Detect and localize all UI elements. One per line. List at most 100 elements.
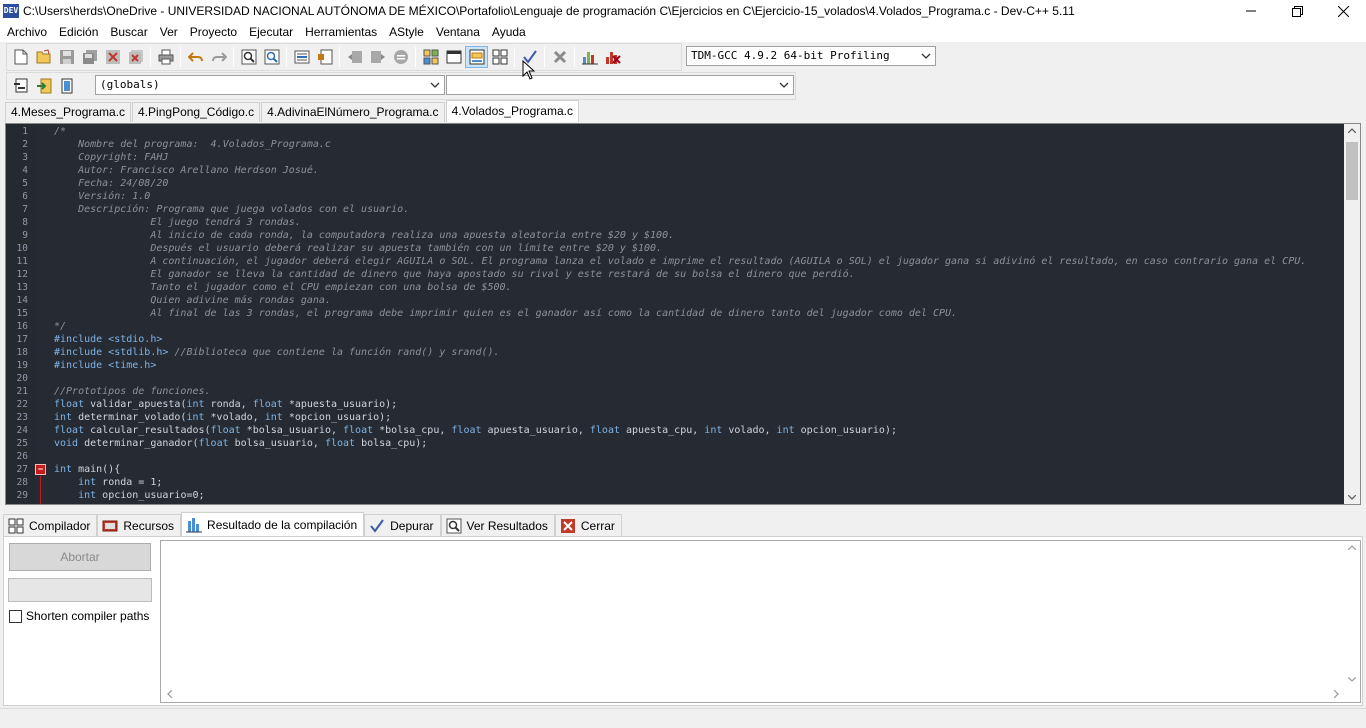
toolbars-layout-button[interactable] <box>488 46 511 68</box>
menu-ventana[interactable]: Ventana <box>430 22 486 42</box>
menu-herramientas[interactable]: Herramientas <box>299 22 383 42</box>
code-line[interactable]: 29 int opcion_usuario=0; <box>6 489 1346 502</box>
abort-button[interactable]: Abortar <box>9 543 151 571</box>
code-line[interactable]: 12 El ganador se lleva la cantidad de di… <box>6 268 1346 281</box>
goto-declaration-button[interactable] <box>32 75 55 97</box>
members-select[interactable] <box>446 75 794 95</box>
scroll-right-icon[interactable] <box>1334 690 1339 698</box>
tab-resultado-compilacion[interactable]: Resultado de la compilación <box>181 512 365 536</box>
code-line[interactable]: 19 #include <time.h> <box>6 359 1346 372</box>
globals-select[interactable]: (globals) <box>95 75 445 95</box>
profile-analysis-button[interactable] <box>578 46 601 68</box>
code-line[interactable]: 17 #include <stdio.h> <box>6 333 1346 346</box>
minimize-button[interactable] <box>1228 0 1274 22</box>
code-line[interactable]: 13 Tanto el jugador como el CPU empiezan… <box>6 281 1346 294</box>
shorten-paths-option[interactable]: Shorten compiler paths <box>9 609 149 623</box>
delete-profiling-button[interactable] <box>601 46 624 68</box>
tab-compilador[interactable]: Compilador <box>3 514 98 536</box>
new-file-button[interactable] <box>9 46 32 68</box>
code-line[interactable]: 4 Autor: Francisco Arellano Herdson Josu… <box>6 164 1346 177</box>
code-line[interactable]: 2 Nombre del programa: 4.Volados_Program… <box>6 138 1346 151</box>
menu-astyle[interactable]: AStyle <box>383 22 430 42</box>
restore-button[interactable] <box>1274 0 1320 22</box>
code-line[interactable]: 1 /* <box>6 125 1346 138</box>
code-line[interactable]: 18 #include <stdlib.h> //Biblioteca que c… <box>6 346 1346 359</box>
code-line[interactable]: 6 Versión: 1.0 <box>6 190 1346 203</box>
tab-depurar[interactable]: Depurar <box>364 514 441 536</box>
unindent-button[interactable] <box>366 46 389 68</box>
scrollbar-thumb[interactable] <box>1346 142 1358 200</box>
code-line[interactable]: 27 int main(){ <box>6 463 1346 476</box>
close-window-button[interactable] <box>1320 0 1366 22</box>
undo-button[interactable] <box>184 46 207 68</box>
toggle-bookmark-button[interactable] <box>313 46 336 68</box>
menu-buscar[interactable]: Buscar <box>104 22 153 42</box>
shorten-paths-checkbox[interactable] <box>9 609 22 623</box>
scroll-up-icon[interactable] <box>1348 545 1356 550</box>
code-line[interactable]: 9 Al inicio de cada ronda, la computador… <box>6 229 1346 242</box>
find-button[interactable] <box>237 46 260 68</box>
menu-edicion[interactable]: Edición <box>53 22 104 42</box>
project-manager-button[interactable] <box>419 46 442 68</box>
code-line[interactable]: 25 void determinar_ganador(float bolsa_us… <box>6 437 1346 450</box>
fullscreen-button[interactable] <box>442 46 465 68</box>
tab-recursos[interactable]: Recursos <box>97 514 182 536</box>
menu-ayuda[interactable]: Ayuda <box>486 22 532 42</box>
code-line[interactable]: 26 <box>6 450 1346 463</box>
code-line[interactable]: 10 Después el usuario deberá realizar su… <box>6 242 1346 255</box>
menu-ver[interactable]: Ver <box>154 22 184 42</box>
file-tab-pingpong[interactable]: 4.PingPong_Código.c <box>132 102 261 122</box>
scroll-down-icon[interactable] <box>1348 495 1356 500</box>
insert-button[interactable] <box>9 75 32 97</box>
scroll-down-icon[interactable] <box>1348 677 1356 682</box>
toggle-comment-button[interactable] <box>389 46 412 68</box>
menu-archivo[interactable]: Archivo <box>1 22 53 42</box>
code-line[interactable]: 23 int determinar_volado(int *volado, int… <box>6 411 1346 424</box>
fold-collapse-icon[interactable]: − <box>35 464 46 475</box>
code-line[interactable]: 8 El juego tendrá 3 rondas. <box>6 216 1346 229</box>
close-file-button[interactable] <box>101 46 124 68</box>
save-button[interactable] <box>55 46 78 68</box>
stop-execution-button[interactable] <box>548 46 571 68</box>
menu-ejecutar[interactable]: Ejecutar <box>243 22 299 42</box>
code-line[interactable]: 15 Al final de las 3 rondas, el programa… <box>6 307 1346 320</box>
scroll-left-icon[interactable] <box>167 690 172 698</box>
code-line[interactable]: 14 Quien adivine más rondas gana. <box>6 294 1346 307</box>
toggle-bottom-panel-button[interactable] <box>465 46 488 68</box>
code-line[interactable]: 5 Fecha: 24/08/20 <box>6 177 1346 190</box>
output-horizontal-scrollbar[interactable] <box>161 686 1345 702</box>
code-line[interactable]: 21 //Prototipos de funciones. <box>6 385 1346 398</box>
code-line[interactable]: 24 float calcular_resultados(float *bolsa… <box>6 424 1346 437</box>
code-line[interactable]: 20 <box>6 372 1346 385</box>
open-file-button[interactable] <box>32 46 55 68</box>
code-editor[interactable]: 1/* 2 Nombre del programa: 4.Volados_Prog… <box>5 123 1361 505</box>
scroll-up-icon[interactable] <box>1348 128 1356 133</box>
class-browser-button[interactable] <box>55 75 78 97</box>
menu-proyecto[interactable]: Proyecto <box>184 22 243 42</box>
code-line[interactable]: 28 int ronda = 1; <box>6 476 1346 489</box>
indent-button[interactable] <box>343 46 366 68</box>
devcpp-app-icon[interactable]: DEV <box>3 4 19 18</box>
tab-cerrar[interactable]: Cerrar <box>554 514 622 536</box>
output-vertical-scrollbar[interactable] <box>1344 541 1360 686</box>
code-area[interactable]: 1/* 2 Nombre del programa: 4.Volados_Prog… <box>6 125 1346 502</box>
file-tab-meses[interactable]: 4.Meses_Programa.c <box>5 102 132 122</box>
code-line[interactable]: 3 Copyright: FAHJ <box>6 151 1346 164</box>
code-line[interactable]: 11 A continuación, el jugador deberá ele… <box>6 255 1346 268</box>
goto-line-button[interactable] <box>290 46 313 68</box>
replace-button[interactable] <box>260 46 283 68</box>
redo-button[interactable] <box>207 46 230 68</box>
file-tab-volados[interactable]: 4.Volados_Programa.c <box>445 100 579 122</box>
line-number: 8 <box>22 217 28 228</box>
code-line[interactable]: 7 Descripción: Programa que juega volado… <box>6 203 1346 216</box>
tab-ver-resultados[interactable]: Ver Resultados <box>440 514 555 536</box>
editor-vertical-scrollbar[interactable] <box>1344 124 1360 504</box>
code-line[interactable]: 22 float validar_apuesta(int ronda, float… <box>6 398 1346 411</box>
close-all-button[interactable] <box>124 46 147 68</box>
compile-output-area[interactable] <box>160 540 1361 703</box>
file-tab-adivina[interactable]: 4.AdivinaElNúmero_Programa.c <box>261 102 445 122</box>
save-all-button[interactable] <box>78 46 101 68</box>
code-line[interactable]: 16 */ <box>6 320 1346 333</box>
print-button[interactable] <box>154 46 177 68</box>
compiler-select[interactable]: TDM-GCC 4.9.2 64-bit Profiling <box>686 46 936 66</box>
